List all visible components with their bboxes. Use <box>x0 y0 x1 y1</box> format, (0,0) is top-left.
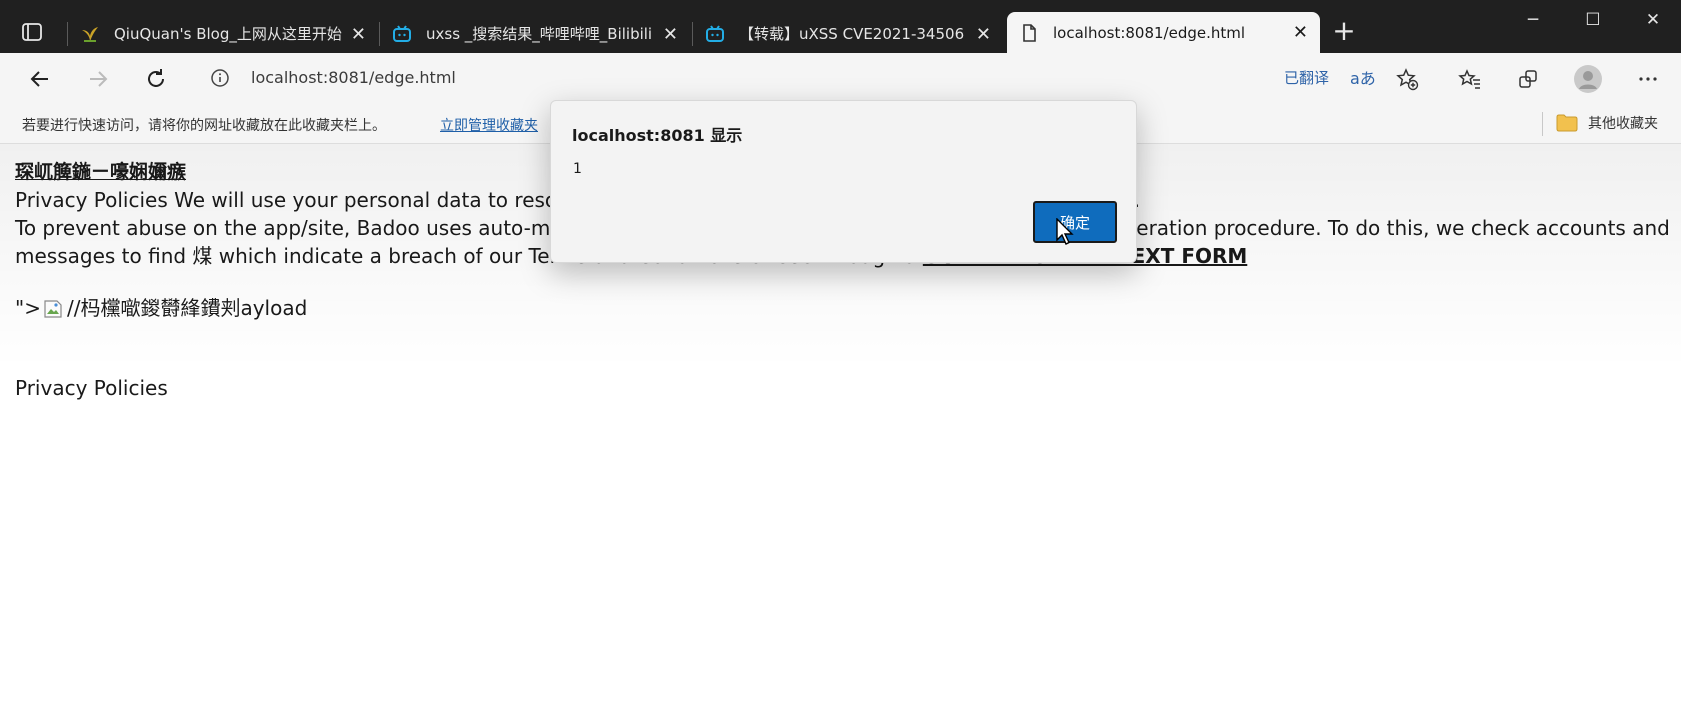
url-text[interactable]: localhost:8081/edge.html <box>251 68 456 87</box>
tab-close-icon[interactable]: ✕ <box>663 24 678 45</box>
address-bar[interactable]: localhost:8081/edge.html <box>196 59 1286 97</box>
add-favorite-star-icon[interactable] <box>1390 63 1424 95</box>
tab-close-icon[interactable]: ✕ <box>976 24 991 45</box>
plant-favicon-icon <box>80 24 100 44</box>
tab-close-icon[interactable]: ✕ <box>1293 22 1308 43</box>
manage-favorites-link[interactable]: 立即管理收藏夹 <box>440 115 538 135</box>
back-arrow-icon[interactable] <box>23 63 57 95</box>
mouse-cursor-icon <box>1056 217 1074 246</box>
collections-icon[interactable] <box>1511 63 1545 95</box>
favorites-hint: 若要进行快速访问，请将你的网址收藏放在此收藏夹栏上。 <box>22 118 386 134</box>
other-favorites-folder[interactable]: 其他收藏夹 <box>1556 113 1658 133</box>
favorites-icon[interactable] <box>1453 63 1487 95</box>
folder-icon <box>1556 114 1578 132</box>
navigation-toolbar: localhost:8081/edge.html 已翻译 aあ <box>0 53 1681 104</box>
dialog-message: 1 <box>573 161 582 177</box>
minimize-icon[interactable]: ─ <box>1508 4 1558 36</box>
tab-localhost-edge[interactable]: localhost:8081/edge.html ✕ <box>1007 12 1320 53</box>
tab-close-icon[interactable]: ✕ <box>351 24 366 45</box>
favorites-separator <box>1542 112 1543 136</box>
dialog-title: localhost:8081 显示 <box>572 126 743 145</box>
info-icon[interactable] <box>210 68 230 88</box>
other-favorites-label: 其他收藏夹 <box>1588 116 1658 132</box>
forward-arrow-icon[interactable] <box>81 63 115 95</box>
translate-icon[interactable]: aあ <box>1350 65 1376 89</box>
refresh-icon[interactable] <box>139 63 173 95</box>
tab-uxss-cve[interactable]: 【转载】uXSS CVE2021-34506 C ✕ <box>693 14 1003 53</box>
bilibili-tv-icon <box>705 24 725 44</box>
alert-dialog: localhost:8081 显示 1 确定 <box>550 100 1137 263</box>
profile-avatar-icon[interactable] <box>1571 63 1605 95</box>
tab-actions-icon[interactable] <box>20 20 52 44</box>
maximize-icon[interactable]: ☐ <box>1568 4 1618 36</box>
broken-image-icon <box>43 298 63 318</box>
tab-uxss-search[interactable]: uxss _搜索结果_哔哩哔哩_Bilibili ✕ <box>380 14 690 53</box>
privacy-policies-footer: Privacy Policies <box>15 376 168 400</box>
tab-strip: QiuQuan's Blog_上网从这里开始 ✕ uxss _搜索结果_哔哩哔哩… <box>0 0 1681 53</box>
translated-label[interactable]: 已翻译 <box>1284 67 1329 88</box>
tab-title: localhost:8081/edge.html <box>1053 23 1246 42</box>
tab-title: 【转载】uXSS CVE2021-34506 C <box>739 25 969 43</box>
payload-prefix: "> <box>15 296 41 320</box>
tab-title: QiuQuan's Blog_上网从这里开始 <box>114 25 342 43</box>
bilibili-tv-icon <box>392 24 412 44</box>
more-menu-icon[interactable] <box>1631 63 1665 95</box>
window-close-icon[interactable]: ✕ <box>1628 4 1678 36</box>
page-icon <box>1019 23 1039 43</box>
tab-qiuquan-blog[interactable]: QiuQuan's Blog_上网从这里开始 ✕ <box>68 14 378 53</box>
payload-line: "> //杩欓噷鍐欎綘鐨刾ayload <box>15 294 1675 322</box>
tab-title: uxss _搜索结果_哔哩哔哩_Bilibili <box>426 25 653 43</box>
ok-button[interactable]: 确定 <box>1033 201 1117 243</box>
payload-comment: //杩欓噷鍐欎綘鐨刾ayload <box>66 296 308 320</box>
new-tab-icon[interactable]: + <box>1330 17 1358 46</box>
